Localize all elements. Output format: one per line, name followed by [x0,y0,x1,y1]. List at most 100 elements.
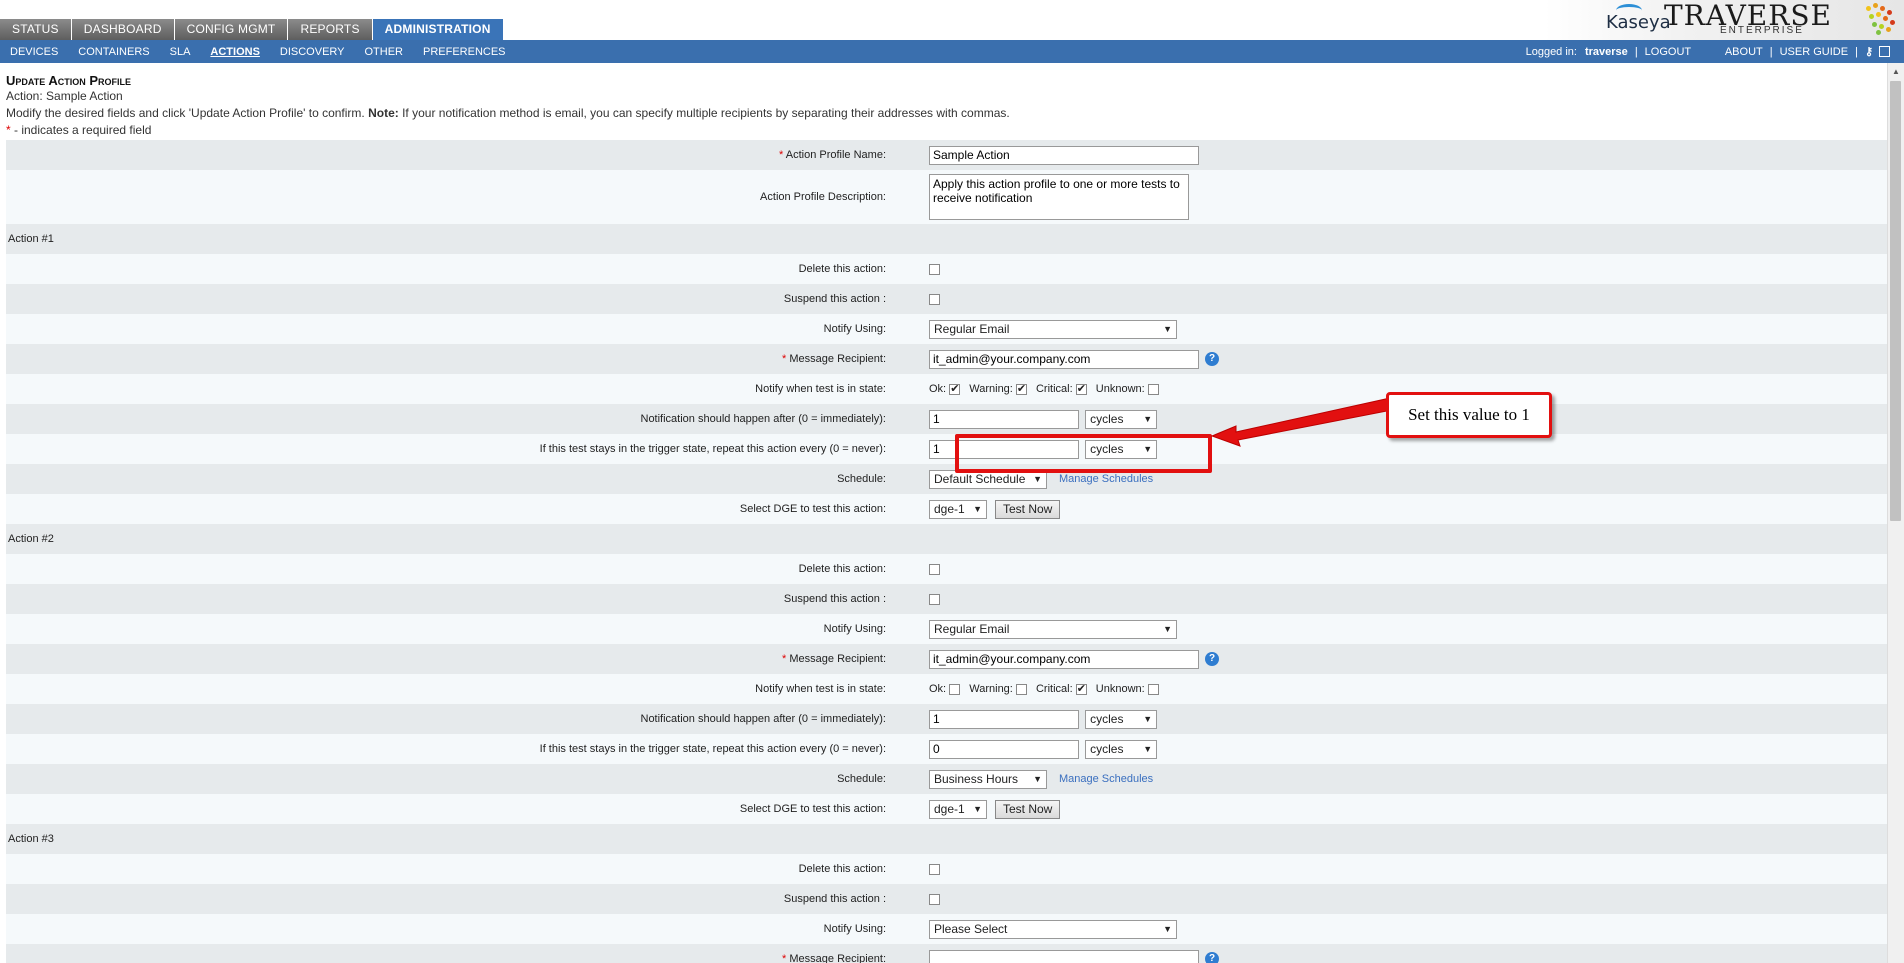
action-2-ok-checkbox[interactable] [949,683,961,695]
state-unknown-label: Unknown: [1095,383,1145,395]
action-2-dge-select[interactable]: dge-1 ▼ [929,799,987,819]
subnav-actions[interactable]: ACTIONS [200,40,270,63]
field-label: Suspend this action : [6,284,929,314]
user-menu: Logged in: traverse | LOGOUT | | ABOUT |… [1526,40,1890,63]
field-label: Notify Using: [6,314,929,344]
field-label: If this test stays in the trigger state,… [6,434,929,464]
separator: | [1634,45,1638,58]
tab-status[interactable]: STATUS [0,19,71,40]
help-icon[interactable]: ? [1205,652,1219,666]
tab-dashboard[interactable]: DASHBOARD [71,19,174,40]
action-1-test-now-button[interactable]: Test Now [995,499,1061,519]
form-row: Action Profile Description: Apply this a… [6,170,1888,224]
tab-config-mgmt[interactable]: CONFIG MGMT [174,19,288,40]
about-link[interactable]: ABOUT [1725,41,1763,63]
subnav-containers[interactable]: CONTAINERS [68,40,159,63]
field-label: Select DGE to test this action: [6,794,929,824]
main-content: Update Action Profile Action: Sample Act… [6,63,1888,963]
state-ok-label: Ok: [929,683,947,695]
action-1-warning-checkbox[interactable] [1015,382,1027,395]
state-ok-label: Ok: [929,383,947,395]
instructions-note: If your notification method is email, yo… [398,106,1010,120]
field-label: Notify when test is in state: [6,674,929,704]
action-1-title: Action #1 [6,224,1888,254]
dropdown-arrow-icon: ▼ [1163,323,1172,334]
action-1-suspend-checkbox[interactable] [929,293,940,305]
action-2-manage-schedules-link[interactable]: Manage Schedules [1059,773,1153,785]
required-note: * - indicates a required field [6,122,1888,139]
profile-name-input[interactable] [929,145,1199,165]
section-row: Action #3 [6,824,1888,854]
action-2-title: Action #2 [6,524,1888,554]
state-critical-label: Critical: [1035,683,1073,695]
action-2-warning-checkbox[interactable] [1015,683,1027,695]
action-3-recipient-input[interactable] [929,949,1199,963]
sub-nav: DEVICES CONTAINERS SLA ACTIONS DISCOVERY… [0,40,1904,63]
logged-in-label: Logged in: [1525,45,1577,58]
field-label: Delete this action: [6,254,929,284]
enterprise-logo-text: ENTERPRISE [1720,25,1804,36]
highlight-box [955,434,1212,473]
field-label: Notify when test is in state: [6,374,929,404]
action-2-repeat-input[interactable] [929,739,1079,759]
logout-link[interactable]: LOGOUT [1645,41,1691,63]
action-1-unknown-checkbox[interactable] [1147,383,1159,395]
scrollbar-thumb[interactable] [1890,81,1901,521]
subnav-discovery[interactable]: DISCOVERY [270,40,355,63]
action-3-suspend-checkbox[interactable] [929,893,940,905]
action-1-ok-checkbox[interactable] [949,382,961,395]
form-row: * Action Profile Name: [6,140,1888,170]
field-label: Notification should happen after (0 = im… [6,704,929,734]
field-label: Notify Using: [6,614,929,644]
profile-description-input[interactable]: Apply this action profile to one or more… [929,174,1189,220]
action-1-critical-checkbox[interactable] [1075,382,1087,395]
action-3-title: Action #3 [6,824,1888,854]
vertical-scrollbar[interactable]: ▲ [1887,63,1904,963]
action-2-unknown-checkbox[interactable] [1147,683,1159,695]
help-icon[interactable]: ? [1205,352,1219,366]
action-1-notify-after-input[interactable] [929,409,1079,429]
section-row: Action #1 [6,224,1888,254]
action-2-recipient-input[interactable] [929,649,1199,669]
dropdown-arrow-icon: ▼ [1163,923,1172,934]
tab-reports[interactable]: REPORTS [288,19,372,40]
subnav-preferences[interactable]: PREFERENCES [413,40,516,63]
help-icon[interactable]: ? [1205,952,1219,963]
field-label: * Action Profile Name: [6,140,929,170]
action-2-notify-after-input[interactable] [929,709,1079,729]
field-label: Notification should happen after (0 = im… [6,404,929,434]
window-icon[interactable] [1879,46,1890,57]
action-2-notify-using-select[interactable]: Regular Email ▼ [929,619,1177,639]
action-2-repeat-unit-select[interactable]: cycles ▼ [1085,739,1158,759]
instructions-text: Modify the desired fields and click 'Upd… [6,106,369,120]
tab-administration[interactable]: ADMINISTRATION [372,19,503,40]
scroll-up-icon[interactable]: ▲ [1892,67,1900,76]
action-2-delete-checkbox[interactable] [929,563,940,575]
action-1-notify-using-select[interactable]: Regular Email ▼ [929,319,1177,339]
field-label: * Message Recipient: [6,344,929,374]
section-row: Action #2 [6,524,1888,554]
action-1-delete-checkbox[interactable] [929,263,940,275]
action-1-manage-schedules-link[interactable]: Manage Schedules [1059,473,1153,485]
action-1-dge-select[interactable]: dge-1 ▼ [929,499,987,519]
action-1-recipient-input[interactable] [929,349,1199,369]
user-guide-link[interactable]: USER GUIDE [1780,41,1848,63]
subnav-other[interactable]: OTHER [355,40,414,63]
action-3-delete-checkbox[interactable] [929,863,940,875]
action-2-schedule-select[interactable]: Business Hours ▼ [929,769,1047,789]
action-2-notify-after-unit-select[interactable]: cycles ▼ [1085,709,1158,729]
action-profile-form: * Action Profile Name: Action Profile De… [6,140,1888,963]
field-label: Schedule: [6,464,929,494]
action-2-test-now-button[interactable]: Test Now [995,799,1061,819]
action-1-notify-after-unit-select[interactable]: cycles ▼ [1085,409,1158,429]
action-2-critical-checkbox[interactable] [1075,682,1087,695]
subnav-sla[interactable]: SLA [160,40,201,63]
action-2-suspend-checkbox[interactable] [929,593,940,605]
subnav-devices[interactable]: DEVICES [0,40,68,63]
action-3-notify-using-select[interactable]: Please Select ▼ [929,919,1177,939]
main-tabs: STATUS DASHBOARD CONFIG MGMT REPORTS ADM… [0,19,504,40]
field-label: Delete this action: [6,854,929,884]
field-label: Delete this action: [6,554,929,584]
key-icon[interactable]: ⚷ [1865,41,1873,63]
state-critical-label: Critical: [1035,383,1073,395]
